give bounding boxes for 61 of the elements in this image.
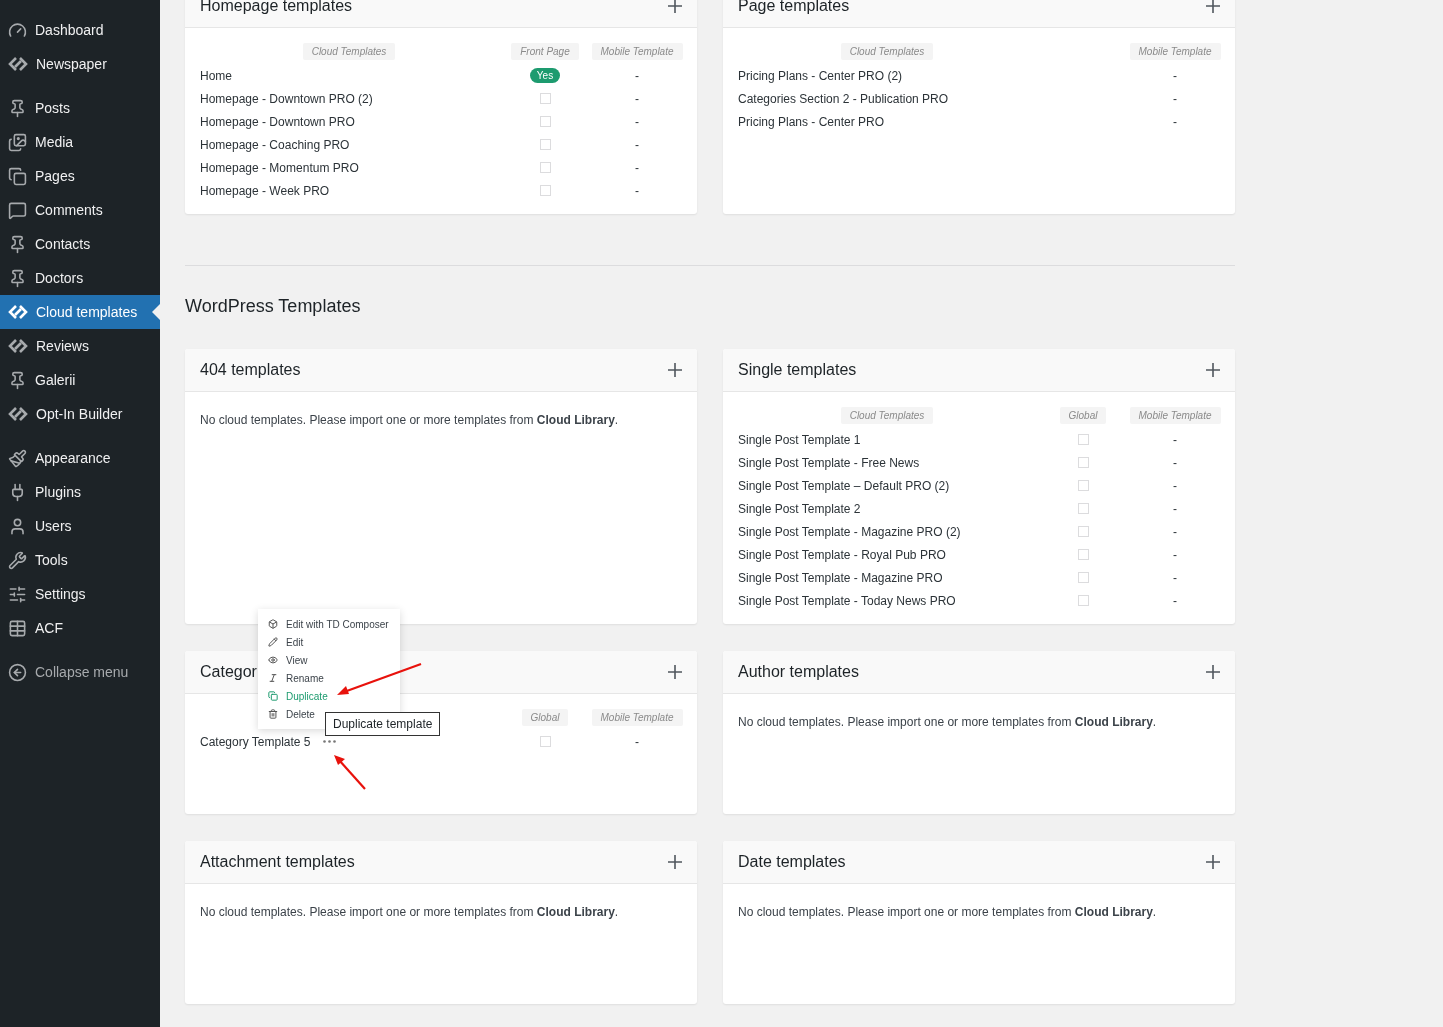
- table-cell: -: [635, 160, 639, 175]
- table-cell: -: [1173, 547, 1177, 562]
- table-cell: -: [635, 183, 639, 198]
- column-header: Mobile Template: [1129, 42, 1221, 60]
- template-name: Homepage - Coaching PRO: [200, 137, 350, 152]
- table-cell: -: [1173, 114, 1177, 129]
- template-name: Single Post Template 2: [738, 501, 861, 516]
- empty-message: No cloud templates. Please import one or more templates from Cloud Library.: [738, 905, 1158, 919]
- table-cell: -: [635, 137, 639, 152]
- card-title: Date templates: [738, 853, 846, 871]
- table-cell: -: [1173, 432, 1177, 447]
- template-name: Single Post Template - Today News PRO: [738, 593, 956, 608]
- template-name: Single Post Template - Free News: [738, 455, 920, 470]
- card-title: Attachment templates: [200, 853, 355, 871]
- card-title: Page templates: [738, 0, 850, 15]
- table-cell: -: [635, 734, 639, 749]
- template-name: Single Post Template - Magazine PRO (2): [738, 524, 961, 539]
- column-header: Global: [521, 708, 569, 726]
- card-title: Homepage templates: [200, 0, 353, 15]
- template-name: Homepage - Momentum PRO: [200, 160, 359, 175]
- table-cell: -: [635, 68, 639, 83]
- table-cell: -: [1173, 524, 1177, 539]
- tooltip: Duplicate template: [325, 712, 441, 736]
- empty-message: No cloud templates. Please import one or more templates from Cloud Library.: [200, 905, 620, 919]
- template-name: Home: [200, 68, 232, 83]
- table-cell: -: [635, 114, 639, 129]
- template-name: Pricing Plans - Center PRO (2): [738, 68, 903, 83]
- template-name: Single Post Template – Default PRO (2): [738, 478, 950, 493]
- table-cell: -: [1173, 501, 1177, 516]
- empty-message: No cloud templates. Please import one or more templates from Cloud Library.: [738, 715, 1158, 729]
- card-title: Author templates: [738, 663, 859, 681]
- template-name: Homepage - Week PRO: [200, 183, 330, 198]
- card-title: 404 templates: [200, 361, 301, 379]
- status-badge: Yes: [529, 68, 561, 83]
- template-name: Homepage - Downtown PRO (2): [200, 91, 373, 106]
- table-cell: -: [1173, 68, 1177, 83]
- table-cell: -: [635, 91, 639, 106]
- table-cell: -: [1173, 91, 1177, 106]
- template-name: Categories Section 2 - Publication PRO: [738, 91, 949, 106]
- card-title: Single templates: [738, 361, 857, 379]
- column-header: Cloud Templates: [840, 42, 934, 60]
- template-name: Pricing Plans - Center PRO: [738, 114, 885, 129]
- section-heading: WordPress Templates: [185, 296, 362, 317]
- column-header: Cloud Templates: [840, 406, 934, 424]
- table-cell: -: [1173, 478, 1177, 493]
- column-header: Cloud Templates: [302, 42, 396, 60]
- template-name: Category Template 5: [200, 734, 311, 749]
- table-cell: -: [1173, 593, 1177, 608]
- template-name: Homepage - Downtown PRO: [200, 114, 355, 129]
- table-cell: -: [1173, 455, 1177, 470]
- table-cell: -: [1173, 570, 1177, 585]
- template-name: Single Post Template 1: [738, 432, 861, 447]
- empty-message: No cloud templates. Please import one or more templates from Cloud Library.: [200, 413, 620, 427]
- template-name: Single Post Template - Magazine PRO: [738, 570, 943, 585]
- column-header: Mobile Template: [591, 42, 683, 60]
- card-title: Categor: [200, 663, 257, 681]
- template-name: Single Post Template - Royal Pub PRO: [738, 547, 946, 562]
- column-header: Front Page: [511, 42, 579, 60]
- column-header: Global: [1059, 406, 1107, 424]
- column-header: Mobile Template: [591, 708, 683, 726]
- column-header: Mobile Template: [1129, 406, 1221, 424]
